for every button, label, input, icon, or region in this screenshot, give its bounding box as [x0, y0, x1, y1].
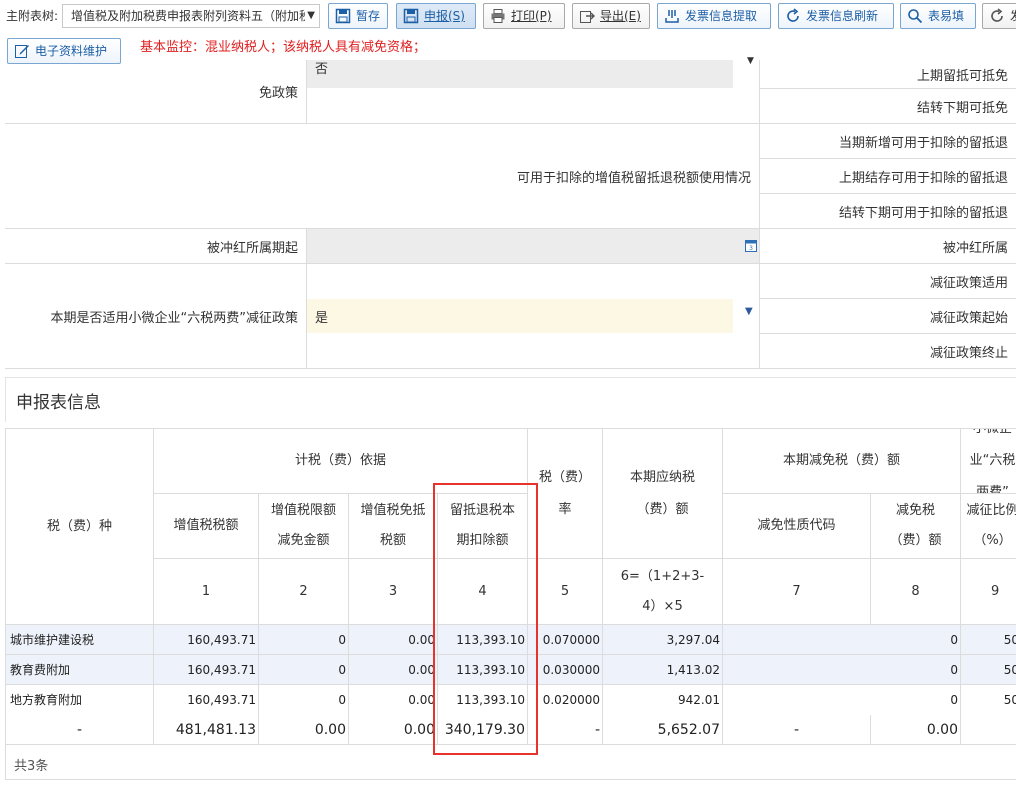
refresh-icon — [991, 8, 1003, 22]
save-draft-button[interactable]: 暂存 — [328, 3, 388, 29]
offset-period-right-label: 被冲红所属 — [760, 229, 1016, 264]
section-header: 申报表信息 — [5, 377, 1016, 422]
new-deductible-label: 当期新增可用于扣除的留抵退 — [760, 124, 1016, 159]
chevron-down-icon: ▼ — [747, 56, 754, 66]
monitor-warning: 基本监控：混业纳税人；该纳税人具有减免资格； — [140, 40, 427, 55]
header-vat-exempt: 增值税免抵税额 — [349, 494, 438, 559]
table-tree-label: 主附表树: — [6, 9, 59, 23]
colnum-2: 2 — [259, 559, 349, 625]
header-reduce-code: 减免性质代码 — [723, 494, 871, 559]
exemption-policy-select[interactable]: 否 — [307, 60, 733, 88]
header-vat-limit: 增值税限额减免金额 — [259, 494, 349, 559]
offset-period-input[interactable]: 3 — [307, 229, 760, 264]
save-icon — [335, 8, 351, 24]
colnum-9: 9 — [961, 559, 1016, 625]
offset-period-label: 被冲红所属期起 — [5, 229, 307, 264]
small-business-policy-field: 是 ▼ — [307, 264, 760, 369]
export-icon — [580, 11, 595, 23]
chevron-down-icon: ▼ — [305, 5, 315, 27]
record-count: 共3条 — [14, 759, 49, 774]
header-payable: 本期应纳税（费）额 — [603, 429, 723, 559]
policy-end-label: 减征政策终止 — [760, 334, 1016, 369]
prev-deductible-label: 上期结存可用于扣除的留抵退 — [760, 159, 1016, 194]
table-tree-select-value: 增值税及附加税费申报表附列资料五（附加税 — [71, 9, 312, 23]
save-icon — [403, 8, 419, 24]
colnum-3: 3 — [349, 559, 438, 625]
easy-fill-button[interactable]: 表易填 — [900, 3, 976, 29]
colnum-5: 5 — [528, 559, 603, 625]
carry-deductible-label: 结转下期可用于扣除的留抵退 — [760, 194, 1016, 229]
header-reduce-amount: 减免税（费）额 — [871, 494, 961, 559]
highlight-box — [433, 483, 538, 755]
download-tray-icon — [665, 10, 679, 23]
print-button[interactable]: 打印(P) — [483, 3, 565, 29]
exemption-policy-field: 否 ▼ — [307, 56, 760, 124]
section-title: 申报表信息 — [16, 393, 101, 413]
search-icon — [908, 9, 923, 24]
svg-text:3: 3 — [749, 245, 753, 252]
edit-icon — [15, 45, 29, 58]
table-tree-select[interactable]: 增值税及附加税费申报表附列资料五（附加税 ▼ — [62, 4, 320, 28]
header-small-business: 小微企业“六税两费” — [961, 429, 1016, 494]
small-business-policy-label: 本期是否适用小微企业“六税两费”减征政策 — [5, 264, 307, 369]
colnum-1: 1 — [154, 559, 259, 625]
colnum-6: 6=（1+2+3-4）×5 — [603, 559, 723, 625]
carry-credit-label: 结转下期可抵免 — [760, 89, 1016, 124]
colnum-8: 8 — [871, 559, 961, 625]
header-reduce-ratio: 减征比例（%） — [961, 494, 1016, 559]
small-business-policy-select[interactable]: 是 — [307, 299, 733, 333]
calendar-icon[interactable]: 3 — [745, 239, 757, 252]
submit-button[interactable]: 申报(S) — [396, 3, 476, 29]
policy-apply-label: 减征政策适用 — [760, 264, 1016, 299]
invoice-extract-button[interactable]: 发票信息提取 — [657, 3, 771, 29]
colnum-7: 7 — [723, 559, 871, 625]
refund-usage-label: 可用于扣除的增值税留抵退税额使用情况 — [5, 124, 760, 229]
more-button[interactable]: 发 — [982, 3, 1016, 29]
chevron-down-icon[interactable]: ▼ — [745, 306, 753, 317]
header-rate: 税（费）率 — [528, 429, 603, 559]
header-vat-amount: 增值税税额 — [154, 494, 259, 559]
prev-credit-label: 上期留抵可抵免 — [760, 60, 1016, 89]
printer-icon — [491, 9, 505, 23]
refresh-icon — [787, 8, 799, 22]
header-reduce: 本期减免税（费）额 — [723, 429, 961, 494]
export-button[interactable]: 导出(E) — [572, 3, 650, 29]
policy-start-label: 减征政策起始 — [760, 299, 1016, 334]
header-tax-type: 税（费）种 — [6, 429, 154, 625]
toolbar: 主附表树: 增值税及附加税费申报表附列资料五（附加税 ▼ 暂存 申报(S) 打印… — [0, 0, 1016, 34]
invoice-refresh-button[interactable]: 发票信息刷新 — [778, 3, 894, 29]
exemption-policy-label: 免政策 — [5, 60, 307, 124]
